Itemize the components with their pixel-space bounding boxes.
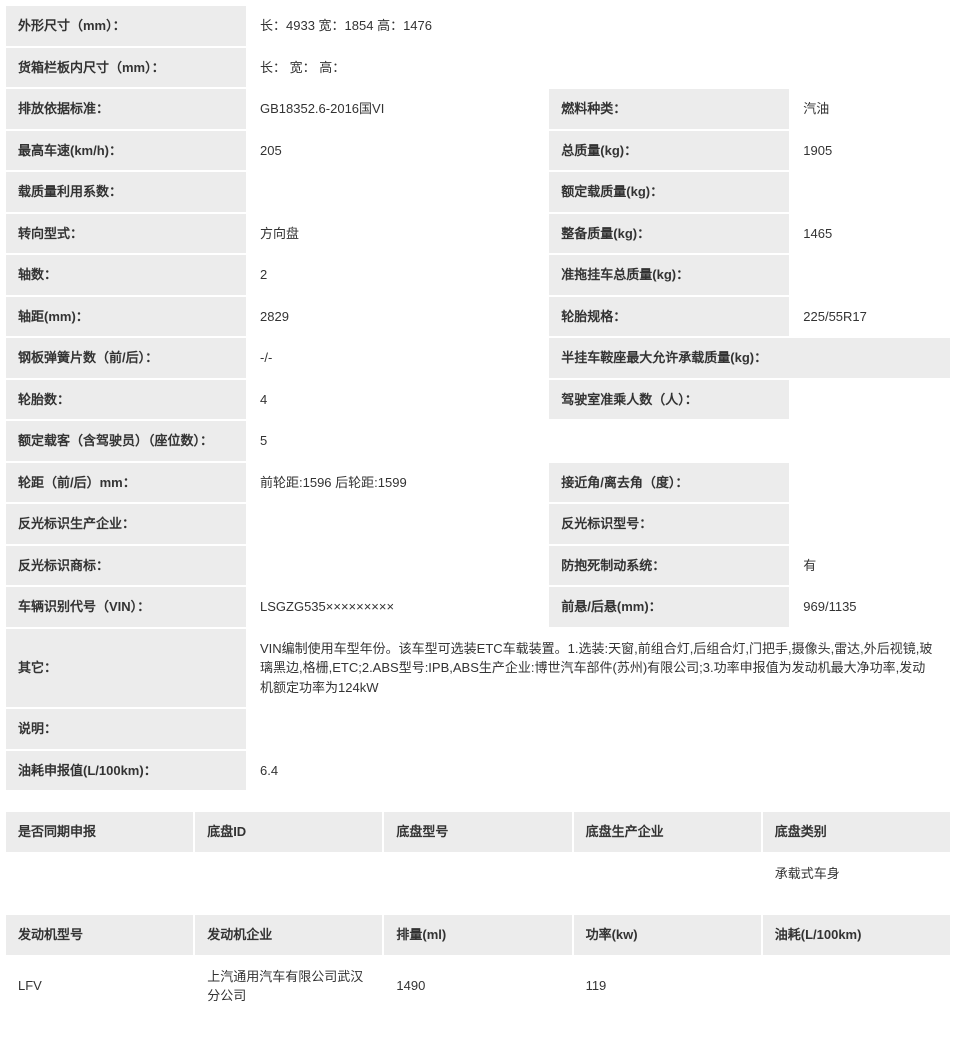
cargo-dim-label: 货箱栏板内尺寸（mm）： [6,48,246,88]
chassis-table: 是否同期申报 底盘ID 底盘型号 底盘生产企业 底盘类别 承载式车身 [4,810,952,895]
vin-label: 车辆识别代号（VIN）： [6,587,246,627]
chassis-h3: 底盘型号 [384,812,571,852]
trailer-label: 准拖挂车总质量(kg)： [549,255,789,295]
tirecount-value: 4 [248,380,547,420]
tirespec-value: 225/55R17 [791,297,950,337]
track-label: 轮距（前/后）mm： [6,463,246,503]
dimensions-label: 外形尺寸（mm）： [6,6,246,46]
cabseats-value [791,380,950,420]
chassis-v4 [574,854,761,894]
vin-value: LSGZG535××××××××× [248,587,547,627]
abs-label: 防抱死制动系统： [549,546,789,586]
totalmass-value: 1905 [791,131,950,171]
tirecount-label: 轮胎数： [6,380,246,420]
emission-value: GB18352.6-2016国VI [248,89,547,129]
reflmodel-value [791,504,950,544]
wheelbase-value: 2829 [248,297,547,337]
steering-label: 转向型式： [6,214,246,254]
fuel100-value: 6.4 [248,751,950,791]
engine-v4: 119 [574,957,761,1016]
refltm-value [248,546,547,586]
overhang-label: 前悬/后悬(mm)： [549,587,789,627]
chassis-h2: 底盘ID [195,812,382,852]
ratedload-label: 额定载质量(kg)： [549,172,789,212]
note-label: 说明： [6,709,246,749]
leafspring-value: -/- [248,338,547,378]
ratedpassenger-label: 额定载客（含驾驶员）（座位数）： [6,421,246,461]
engine-h4: 功率(kw) [574,915,761,955]
chassis-v2 [195,854,382,894]
track-value: 前轮距:1596 后轮距:1599 [248,463,547,503]
chassis-h5: 底盘类别 [763,812,950,852]
loadcoef-value [248,172,547,212]
fuel-value: 汽油 [791,89,950,129]
engine-h1: 发动机型号 [6,915,193,955]
approach-label: 接近角/离去角（度）： [549,463,789,503]
ratedpassenger-value: 5 [248,421,950,461]
chassis-v3 [384,854,571,894]
fuel100-label: 油耗申报值(L/100km)： [6,751,246,791]
engine-v5 [763,957,950,1016]
engine-v2: 上汽通用汽车有限公司武汉分公司 [195,957,382,1016]
spec-table: 外形尺寸（mm）： 长：4933 宽：1854 高：1476 货箱栏板内尺寸（m… [4,4,952,792]
chassis-v1 [6,854,193,894]
chassis-h1: 是否同期申报 [6,812,193,852]
note-value [248,709,950,749]
tirespec-label: 轮胎规格： [549,297,789,337]
loadcoef-label: 载质量利用系数： [6,172,246,212]
chassis-v5: 承载式车身 [763,854,950,894]
reflmfr-value [248,504,547,544]
engine-h2: 发动机企业 [195,915,382,955]
totalmass-label: 总质量(kg)： [549,131,789,171]
dimensions-value: 长：4933 宽：1854 高：1476 [248,6,950,46]
topspeed-label: 最高车速(km/h)： [6,131,246,171]
engine-v3: 1490 [384,957,571,1016]
steering-value: 方向盘 [248,214,547,254]
trailer-value [791,255,950,295]
curbmass-value: 1465 [791,214,950,254]
engine-h3: 排量(ml) [384,915,571,955]
engine-v1: LFV [6,957,193,1016]
topspeed-value: 205 [248,131,547,171]
curbmass-label: 整备质量(kg)： [549,214,789,254]
axles-label: 轴数： [6,255,246,295]
semitrailer-label: 半挂车鞍座最大允许承载质量(kg)： [549,338,950,378]
abs-value: 有 [791,546,950,586]
overhang-value: 969/1135 [791,587,950,627]
emission-label: 排放依据标准： [6,89,246,129]
other-value: VIN编制使用车型年份。该车型可选装ETC车载装置。1.选装:天窗,前组合灯,后… [248,629,950,708]
refltm-label: 反光标识商标： [6,546,246,586]
reflmodel-label: 反光标识型号： [549,504,789,544]
ratedload-value [791,172,950,212]
cargo-dim-value: 长： 宽： 高： [248,48,950,88]
other-label: 其它： [6,629,246,708]
wheelbase-label: 轴距(mm)： [6,297,246,337]
approach-value [791,463,950,503]
engine-table: 发动机型号 发动机企业 排量(ml) 功率(kw) 油耗(L/100km) LF… [4,913,952,1018]
cabseats-label: 驾驶室准乘人数（人）： [549,380,789,420]
leafspring-label: 钢板弹簧片数（前/后）： [6,338,246,378]
chassis-h4: 底盘生产企业 [574,812,761,852]
axles-value: 2 [248,255,547,295]
fuel-label: 燃料种类： [549,89,789,129]
engine-h5: 油耗(L/100km) [763,915,950,955]
reflmfr-label: 反光标识生产企业： [6,504,246,544]
